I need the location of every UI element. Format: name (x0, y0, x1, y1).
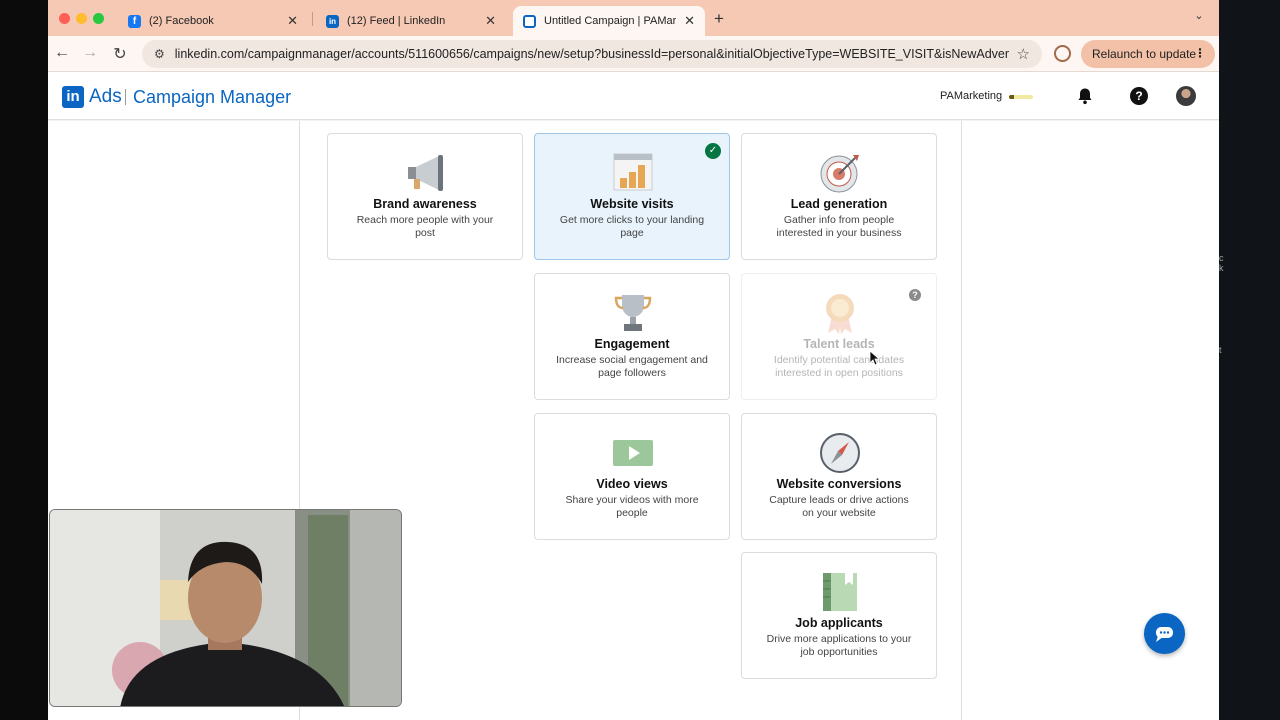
site-settings-icon[interactable]: ⚙ (154, 47, 165, 61)
objective-description: Share your videos with more people (565, 494, 699, 519)
back-arrow-icon[interactable]: ← (52, 44, 72, 62)
megaphone-icon (408, 155, 443, 191)
selected-checkmark-icon: ✓ (705, 143, 721, 159)
close-tab-icon[interactable]: ✕ (684, 13, 695, 29)
ads-label: Ads (89, 86, 122, 107)
tab-divider (312, 12, 313, 26)
chat-bubble-icon (1156, 627, 1173, 642)
messaging-chat-button[interactable] (1144, 613, 1185, 654)
tab-title: Untitled Campaign | PAMarke (544, 15, 677, 27)
job-book-icon (823, 573, 857, 611)
tab-facebook[interactable]: f (2) Facebook ✕ (118, 6, 308, 36)
url-text[interactable]: linkedin.com/campaignmanager/accounts/51… (175, 47, 1009, 61)
objective-card-talent-leads[interactable]: ? Talent leads Identify potential candid… (741, 273, 937, 400)
brand-divider (125, 89, 126, 105)
product-name[interactable]: Campaign Manager (133, 87, 291, 108)
objective-card-video-views[interactable]: Video views Share your videos with more … (534, 413, 730, 540)
objective-card-lead-generation[interactable]: Lead generation Gather info from people … (741, 133, 937, 260)
objective-title: Lead generation (790, 197, 888, 211)
desktop-text-fragment: ck (1219, 253, 1224, 273)
campaign-manager-icon (523, 14, 536, 28)
tab-strip: f (2) Facebook ✕ in (12) Feed | LinkedIn… (48, 0, 1219, 36)
relaunch-to-update-button[interactable]: Relaunch to update ⋮ (1081, 40, 1215, 68)
objective-title: Video views (596, 477, 668, 491)
objective-description: Gather info from people interested in yo… (776, 214, 902, 239)
tab-search-chevron-icon[interactable]: ⌄ (1189, 9, 1209, 27)
webcam-video-overlay (49, 509, 402, 707)
tab-title: (12) Feed | LinkedIn (347, 15, 446, 27)
account-name[interactable]: PAMarketing (940, 90, 1002, 102)
compass-icon (820, 433, 860, 473)
more-menu-icon[interactable]: ⋮ (1194, 46, 1206, 60)
mouse-cursor-icon (870, 351, 880, 365)
objective-title: Brand awareness (373, 197, 477, 211)
app-header: in Ads Campaign Manager PAMarketing ? (48, 72, 1219, 120)
profile-icon[interactable] (1054, 45, 1071, 62)
bookmark-star-icon[interactable]: ☆ (1017, 45, 1030, 63)
new-tab-button[interactable]: + (714, 9, 724, 29)
desktop-text-fragment: t (1219, 345, 1222, 355)
trophy-icon (614, 295, 652, 331)
forward-arrow-icon[interactable]: → (80, 44, 100, 62)
notifications-bell-icon[interactable] (1076, 87, 1094, 105)
objective-card-engagement[interactable]: Engagement Increase social engagement an… (534, 273, 730, 400)
help-question-icon[interactable]: ? (909, 289, 921, 301)
desktop-background: ck t (1219, 0, 1280, 720)
maximize-window-button[interactable] (93, 13, 104, 24)
reload-icon[interactable]: ↻ (110, 44, 130, 64)
objective-title: Job applicants (795, 616, 883, 630)
objective-card-job-applicants[interactable]: Job applicants Drive more applications t… (741, 552, 937, 679)
help-icon[interactable]: ? (1130, 87, 1148, 105)
objective-description: Capture leads or drive actions on your w… (769, 494, 909, 519)
target-icon (820, 155, 859, 193)
website-chart-icon (613, 153, 653, 191)
award-ribbon-icon (826, 294, 854, 334)
objective-description: Reach more people with your post (356, 214, 494, 239)
tab-linkedin-feed[interactable]: in (12) Feed | LinkedIn ✕ (316, 6, 506, 36)
linkedin-logo[interactable]: in (62, 86, 84, 108)
relaunch-label: Relaunch to update (1092, 47, 1197, 61)
close-tab-icon[interactable]: ✕ (287, 13, 298, 29)
objective-card-website-conversions[interactable]: Website conversions Capture leads or dri… (741, 413, 937, 540)
video-play-icon (613, 440, 653, 466)
objective-card-website-visits[interactable]: ✓ Website visits Get more clicks to your… (534, 133, 730, 260)
close-tab-icon[interactable]: ✕ (485, 13, 496, 29)
account-badge (1009, 95, 1033, 99)
presenter-video-frame (50, 510, 401, 706)
objective-description: Get more clicks to your landing page (559, 214, 705, 239)
objective-description: Drive more applications to your job oppo… (766, 633, 912, 658)
objective-title: Website conversions (776, 477, 902, 491)
objective-title: Website visits (590, 197, 674, 211)
address-bar[interactable]: ⚙ linkedin.com/campaignmanager/accounts/… (142, 40, 1042, 68)
facebook-icon: f (128, 14, 141, 28)
minimize-window-button[interactable] (76, 13, 87, 24)
tab-campaign-manager[interactable]: Untitled Campaign | PAMarke ✕ (513, 6, 705, 36)
objective-title: Talent leads (803, 337, 875, 351)
objective-description: Increase social engagement and page foll… (556, 354, 708, 379)
objective-title: Engagement (594, 337, 670, 351)
linkedin-icon: in (326, 14, 339, 28)
close-window-button[interactable] (59, 13, 70, 24)
tab-title: (2) Facebook (149, 15, 214, 27)
objective-description: Identify potential candidates interested… (773, 354, 905, 379)
objective-card-brand-awareness[interactable]: Brand awareness Reach more people with y… (327, 133, 523, 260)
user-avatar[interactable] (1176, 86, 1196, 106)
browser-toolbar: ← → ↻ ⚙ linkedin.com/campaignmanager/acc… (48, 36, 1219, 72)
